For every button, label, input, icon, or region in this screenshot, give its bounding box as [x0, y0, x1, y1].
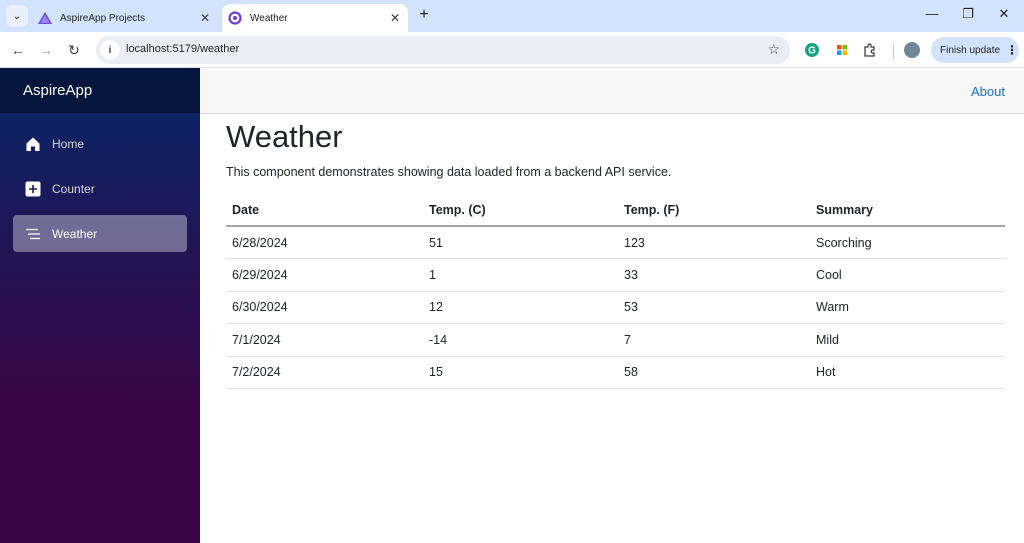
restore-icon[interactable]: ❐	[958, 6, 978, 22]
app-brand[interactable]: AspireApp	[23, 82, 92, 99]
minimize-icon[interactable]: —	[922, 6, 942, 21]
cell-temp-f: 7	[618, 323, 810, 357]
cell-temp-c: 51	[423, 226, 618, 259]
browser-tab-aspire-projects[interactable]: AspireApp Projects ✕	[32, 4, 218, 32]
cell-temp-c: 1	[423, 258, 618, 292]
address-bar[interactable]: i localhost:5179/weather ☆	[96, 36, 790, 64]
list-icon	[24, 225, 42, 243]
table-row: 7/2/2024 15 58 Hot	[226, 356, 1005, 389]
back-arrow-icon[interactable]: ←	[8, 40, 28, 60]
window-close-icon[interactable]: ✕	[994, 6, 1014, 22]
sidebar-item-home[interactable]: Home	[13, 125, 187, 162]
cell-summary: Scorching	[810, 226, 1005, 259]
page-title: Weather	[226, 119, 343, 154]
finish-update-label: Finish update	[940, 44, 1001, 56]
cell-date: 6/28/2024	[226, 226, 423, 259]
grammarly-extension-icon[interactable]: G	[804, 42, 820, 58]
weather-table: Date Temp. (C) Temp. (F) Summary 6/28/20…	[226, 194, 1005, 389]
page-description: This component demonstrates showing data…	[226, 165, 672, 179]
main-content: Weather This component demonstrates show…	[226, 114, 1006, 389]
sidebar-item-weather[interactable]: Weather	[13, 215, 187, 252]
cell-summary: Hot	[810, 356, 1005, 389]
cell-summary: Warm	[810, 291, 1005, 324]
browser-tab-strip: ⌄ AspireApp Projects ✕ Weather ✕ + — ❐ ✕	[0, 0, 1024, 32]
new-tab-button[interactable]: +	[414, 6, 434, 24]
cell-date: 7/1/2024	[226, 323, 423, 357]
tab-title: Weather	[250, 12, 288, 24]
column-header-summary: Summary	[810, 194, 1005, 227]
sidebar-item-counter[interactable]: Counter	[13, 170, 187, 207]
extensions-puzzle-icon[interactable]	[862, 42, 878, 58]
browser-tab-weather[interactable]: Weather ✕	[222, 4, 408, 32]
cell-temp-c: 15	[423, 356, 618, 389]
site-info-icon[interactable]: i	[100, 40, 120, 60]
forward-arrow-icon[interactable]: →	[36, 40, 56, 60]
bookmark-star-icon[interactable]: ☆	[767, 41, 780, 58]
cell-summary: Cool	[810, 258, 1005, 292]
aspire-triangle-icon	[38, 11, 52, 25]
cell-date: 7/2/2024	[226, 356, 423, 389]
cell-temp-f: 53	[618, 291, 810, 324]
cell-temp-c: -14	[423, 323, 618, 357]
close-tab-icon[interactable]: ✕	[196, 11, 214, 25]
column-header-temp-c: Temp. (C)	[423, 194, 618, 227]
tab-title: AspireApp Projects	[60, 12, 146, 24]
cell-date: 6/29/2024	[226, 258, 423, 292]
sidebar-item-label: Weather	[52, 226, 98, 241]
cell-date: 6/30/2024	[226, 291, 423, 324]
profile-avatar[interactable]	[904, 42, 920, 58]
cell-summary: Mild	[810, 323, 1005, 357]
microsoft-extension-icon[interactable]	[834, 42, 850, 58]
cell-temp-f: 58	[618, 356, 810, 389]
top-row: About	[200, 68, 1024, 114]
cell-temp-f: 33	[618, 258, 810, 292]
url-text[interactable]: localhost:5179/weather	[126, 43, 239, 55]
brand-bar: AspireApp	[0, 68, 200, 113]
sidebar: AspireApp Home Counter Weather	[0, 68, 200, 543]
browser-toolbar: ← → ↻ i localhost:5179/weather ☆ G Finis…	[0, 32, 1024, 68]
table-row: 6/28/2024 51 123 Scorching	[226, 226, 1005, 259]
column-header-date: Date	[226, 194, 423, 227]
plus-square-icon	[24, 180, 42, 198]
column-header-temp-f: Temp. (F)	[618, 194, 810, 227]
toolbar-divider	[893, 44, 894, 58]
tab-search-button[interactable]: ⌄	[6, 5, 28, 27]
reload-icon[interactable]: ↻	[64, 40, 84, 60]
blazor-icon	[228, 11, 242, 25]
sidebar-item-label: Counter	[52, 181, 95, 196]
finish-update-button[interactable]: Finish update ⋮	[931, 37, 1019, 63]
home-icon	[24, 135, 42, 153]
table-row: 7/1/2024 -14 7 Mild	[226, 323, 1005, 357]
chevron-down-icon: ⌄	[12, 10, 22, 22]
table-row: 6/29/2024 1 33 Cool	[226, 258, 1005, 292]
cell-temp-c: 12	[423, 291, 618, 324]
sidebar-item-label: Home	[52, 136, 85, 151]
sidebar-nav: Home Counter Weather	[0, 113, 200, 252]
svg-text:G: G	[808, 46, 816, 57]
table-header-row: Date Temp. (C) Temp. (F) Summary	[226, 194, 1005, 227]
close-tab-icon[interactable]: ✕	[386, 11, 404, 25]
about-link[interactable]: About	[971, 84, 1005, 99]
kebab-menu-icon: ⋮	[1006, 43, 1019, 57]
table-row: 6/30/2024 12 53 Warm	[226, 291, 1005, 324]
cell-temp-f: 123	[618, 226, 810, 259]
